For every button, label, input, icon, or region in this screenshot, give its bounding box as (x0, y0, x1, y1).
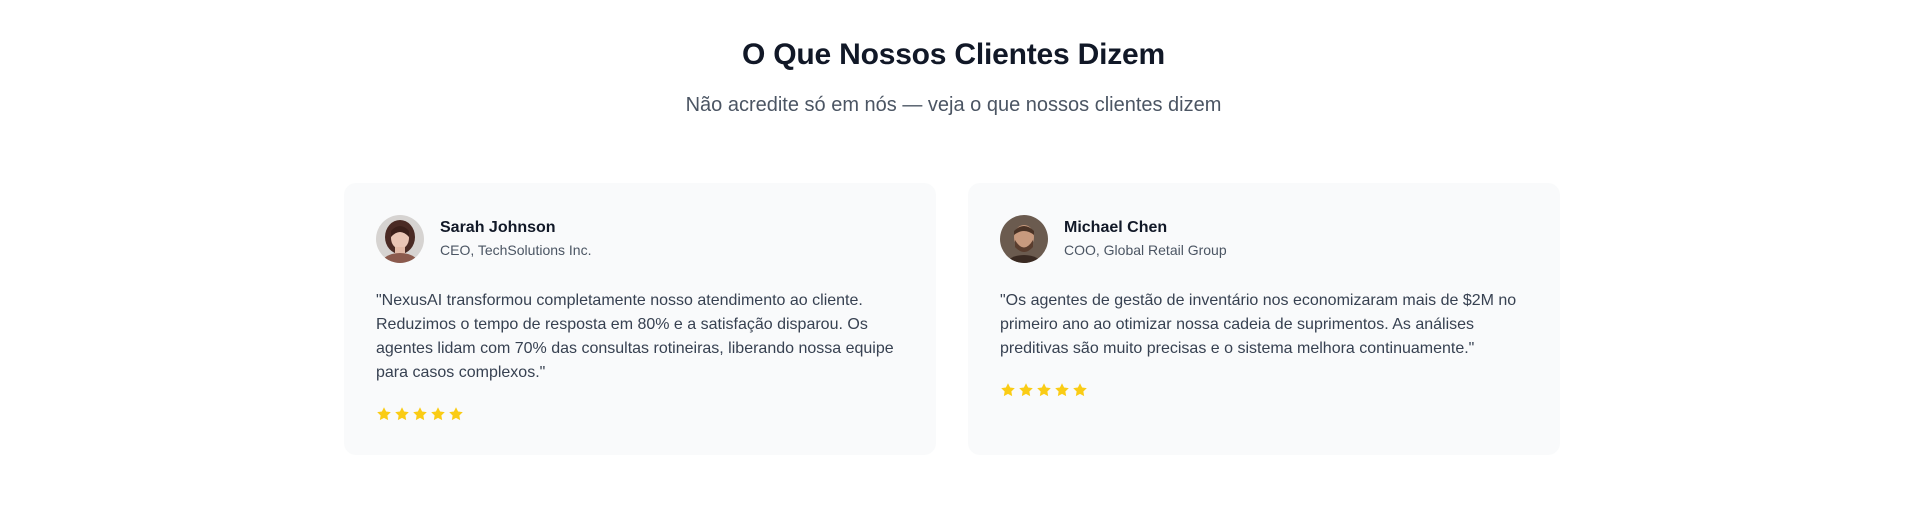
author-name: Sarah Johnson (440, 219, 556, 236)
star-icon (431, 407, 445, 421)
star-icon (395, 407, 409, 421)
author-role: COO, Global Retail Group (1064, 242, 1227, 258)
testimonial-card: Michael Chen COO, Global Retail Group "O… (968, 183, 1560, 455)
testimonial-author: Sarah Johnson CEO, TechSolutions Inc. (376, 215, 905, 263)
section-title: O Que Nossos Clientes Dizem (741, 38, 1166, 71)
author-role: CEO, TechSolutions Inc. (440, 242, 592, 258)
testimonial-quote: "NexusAI transformou completamente nosso… (376, 292, 894, 381)
section-subtitle: Não acredite só em nós — veja o que noss… (685, 94, 1222, 116)
star-icon (1001, 383, 1015, 397)
star-icon (377, 407, 391, 421)
star-icon (1073, 383, 1087, 397)
testimonials-section: O Que Nossos Clientes Dizem Não acredite… (0, 0, 1907, 525)
avatar (376, 215, 424, 263)
star-icon (449, 407, 463, 421)
testimonial-card: Sarah Johnson CEO, TechSolutions Inc. "N… (344, 183, 936, 455)
avatar (1000, 215, 1048, 263)
star-icon (413, 407, 427, 421)
star-rating (1000, 382, 1529, 398)
star-icon (1055, 383, 1069, 397)
testimonial-author: Michael Chen COO, Global Retail Group (1000, 215, 1529, 263)
author-name: Michael Chen (1064, 219, 1168, 236)
star-icon (1019, 383, 1033, 397)
star-icon (1037, 383, 1051, 397)
star-rating (376, 406, 905, 422)
testimonial-quote: "Os agentes de gestão de inventário nos … (1000, 292, 1517, 357)
